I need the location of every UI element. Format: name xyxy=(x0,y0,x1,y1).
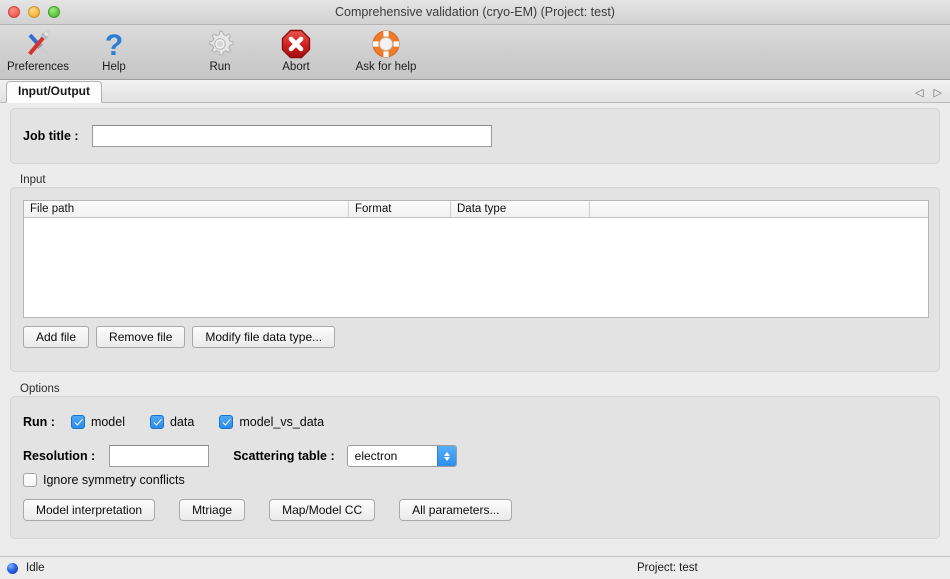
checkbox-model-vs-data-box[interactable] xyxy=(219,415,233,429)
resolution-input[interactable] xyxy=(109,445,209,467)
file-table[interactable]: File path Format Data type xyxy=(23,200,929,318)
input-group-label: Input xyxy=(20,174,46,186)
toolbar-item-label: Help xyxy=(102,61,126,73)
run-options-row: Run : model data model_vs_data xyxy=(23,415,324,429)
scattering-table-label: Scattering table : xyxy=(233,449,334,463)
toolbar-item-label: Abort xyxy=(282,61,310,73)
window-title: Comprehensive validation (cryo-EM) (Proj… xyxy=(0,5,950,19)
title-bar: Comprehensive validation (cryo-EM) (Proj… xyxy=(0,0,950,25)
file-table-body[interactable] xyxy=(24,218,928,318)
tools-icon xyxy=(21,27,55,60)
status-text: Idle xyxy=(26,562,45,574)
mtriage-button[interactable]: Mtriage xyxy=(179,499,245,521)
job-title-panel: Job title : xyxy=(10,108,940,164)
model-interpretation-button[interactable]: Model interpretation xyxy=(23,499,155,521)
tab-prev-arrow-icon[interactable]: ◁ xyxy=(915,88,923,99)
options-panel: Run : model data model_vs_data Re xyxy=(10,396,940,539)
job-title-input[interactable] xyxy=(92,125,492,147)
svg-text:?: ? xyxy=(105,29,123,59)
toolbar-item-label: Ask for help xyxy=(356,61,417,73)
chevron-up-down-icon[interactable] xyxy=(437,446,456,466)
run-label: Run : xyxy=(23,415,55,429)
column-header-spacer xyxy=(590,201,928,217)
remove-file-button[interactable]: Remove file xyxy=(96,326,185,348)
checkbox-model-vs-data[interactable]: model_vs_data xyxy=(219,415,324,429)
checkbox-model-label: model xyxy=(91,415,125,429)
tab-scroll-arrows: ◁ ▷ xyxy=(915,88,942,99)
options-buttons: Model interpretation Mtriage Map/Model C… xyxy=(23,499,512,521)
column-header-data-type[interactable]: Data type xyxy=(451,201,590,217)
toolbar-item-help[interactable]: ? Help xyxy=(76,27,152,73)
options-group-label: Options xyxy=(20,383,60,395)
scattering-table-value: electron xyxy=(348,449,437,463)
main-content: Job title : Input File path Format Data … xyxy=(0,103,950,556)
status-indicator-icon xyxy=(7,563,18,574)
checkbox-model[interactable]: model xyxy=(71,415,125,429)
checkbox-ignore-symmetry-label: Ignore symmetry conflicts xyxy=(43,473,185,487)
toolbar-item-run[interactable]: Run xyxy=(182,27,258,73)
checkbox-model-box[interactable] xyxy=(71,415,85,429)
status-project-text: Project: test xyxy=(637,562,698,574)
file-buttons: Add file Remove file Modify file data ty… xyxy=(23,326,335,348)
toolbar-item-label: Run xyxy=(209,61,230,73)
add-file-button[interactable]: Add file xyxy=(23,326,89,348)
modify-file-data-type-button[interactable]: Modify file data type... xyxy=(192,326,335,348)
file-table-header: File path Format Data type xyxy=(24,201,928,218)
scattering-table-select[interactable]: electron xyxy=(347,445,457,467)
minimize-button[interactable] xyxy=(28,6,40,18)
lifebuoy-icon xyxy=(370,27,402,60)
toolbar-item-ask-for-help[interactable]: Ask for help xyxy=(348,27,424,73)
map-model-cc-button[interactable]: Map/Model CC xyxy=(269,499,375,521)
tab-bar: Input/Output ◁ ▷ xyxy=(0,80,950,103)
close-button[interactable] xyxy=(8,6,20,18)
all-parameters-button[interactable]: All parameters... xyxy=(399,499,512,521)
zoom-button[interactable] xyxy=(48,6,60,18)
stop-x-icon xyxy=(280,27,312,60)
checkbox-data[interactable]: data xyxy=(150,415,194,429)
gear-icon xyxy=(204,27,236,60)
toolbar-item-abort[interactable]: Abort xyxy=(258,27,334,73)
column-header-file-path[interactable]: File path xyxy=(24,201,349,217)
checkbox-ignore-symmetry-box[interactable] xyxy=(23,473,37,487)
question-mark-icon: ? xyxy=(99,27,129,60)
job-title-label: Job title : xyxy=(23,129,79,143)
resolution-row: Resolution : Scattering table : electron xyxy=(23,445,457,467)
toolbar-item-label: Preferences xyxy=(7,61,69,73)
column-header-format[interactable]: Format xyxy=(349,201,451,217)
application-window: Comprehensive validation (cryo-EM) (Proj… xyxy=(0,0,950,579)
checkbox-ignore-symmetry-conflicts[interactable]: Ignore symmetry conflicts xyxy=(23,473,185,487)
checkbox-model-vs-data-label: model_vs_data xyxy=(239,415,324,429)
window-controls xyxy=(0,6,60,18)
tab-input-output[interactable]: Input/Output xyxy=(6,81,102,103)
tab-next-arrow-icon[interactable]: ▷ xyxy=(934,88,942,99)
ignore-symmetry-row: Ignore symmetry conflicts xyxy=(23,473,185,487)
resolution-label: Resolution : xyxy=(23,449,95,463)
checkbox-data-box[interactable] xyxy=(150,415,164,429)
toolbar-item-preferences[interactable]: Preferences xyxy=(0,27,76,73)
status-bar: Idle Project: test xyxy=(0,556,950,579)
checkbox-data-label: data xyxy=(170,415,194,429)
input-panel: File path Format Data type Add file Remo… xyxy=(10,187,940,372)
toolbar: Preferences ? Help Run xyxy=(0,25,950,80)
